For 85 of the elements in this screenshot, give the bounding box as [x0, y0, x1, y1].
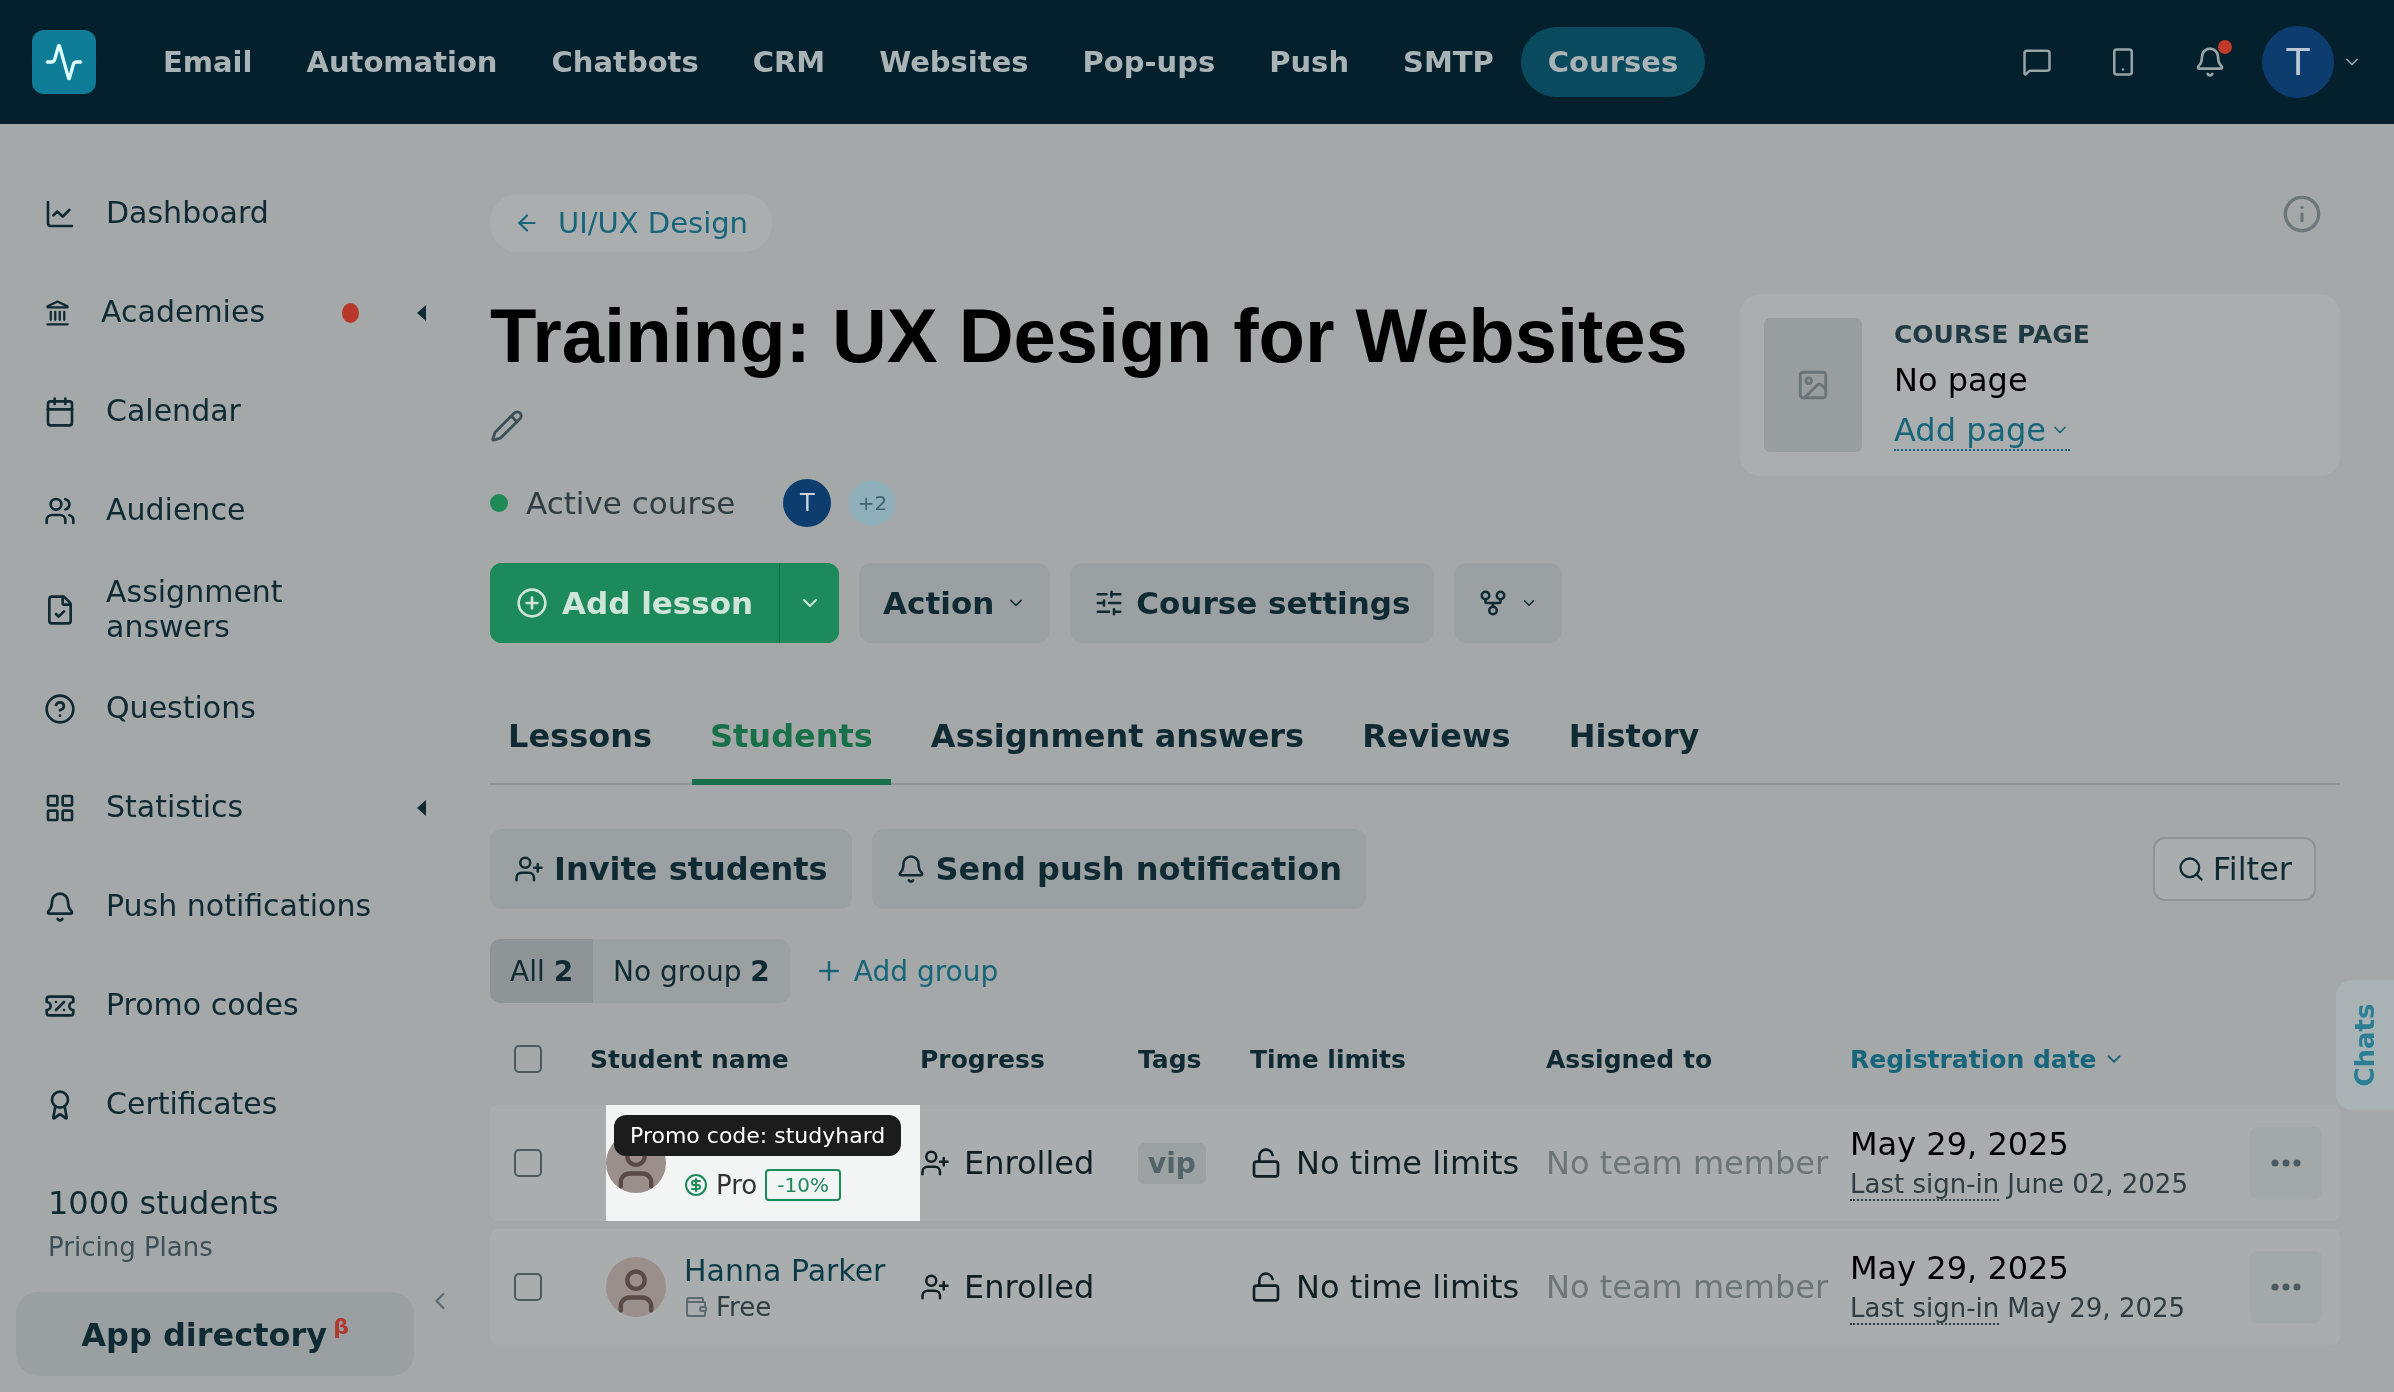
logo-icon[interactable]: [32, 30, 96, 94]
filter-button[interactable]: Filter: [2152, 837, 2316, 901]
bell-icon: [44, 890, 76, 923]
pricing-link[interactable]: Pricing Plans: [16, 1232, 454, 1262]
student-name[interactable]: Hanna Parker: [684, 1252, 886, 1288]
group-tab[interactable]: No group 2: [593, 939, 790, 1003]
member-avatar[interactable]: T: [783, 479, 832, 527]
registration-date: May 29, 2025: [1850, 1125, 2070, 1163]
last-sign-in: Last sign-in June 02, 2025: [1850, 1169, 2189, 1201]
nav-item[interactable]: Websites: [852, 27, 1056, 97]
time-limit-cell: No time limits: [1250, 1268, 1546, 1306]
tab[interactable]: Lessons: [490, 703, 670, 785]
app-directory-button[interactable]: App directory $^{β}$: [16, 1292, 415, 1376]
column-header[interactable]: Assigned to: [1546, 1044, 1850, 1074]
invite-students-button[interactable]: Invite students: [490, 829, 852, 909]
progress-cell: Enrolled: [920, 1144, 1138, 1182]
notifications-icon[interactable]: [2194, 46, 2226, 78]
expand-arrow-icon[interactable]: [417, 304, 426, 321]
nav-item[interactable]: Email: [136, 27, 280, 97]
assigned-cell-text: No team member: [1546, 1144, 1830, 1182]
sidebar-item[interactable]: Calendar: [16, 362, 454, 461]
nav-item[interactable]: Push: [1242, 27, 1377, 97]
branch-button[interactable]: [1454, 563, 1563, 643]
card-value: No page: [1894, 361, 2029, 399]
search-icon: [2176, 855, 2205, 883]
send-push-button[interactable]: Send push notification: [871, 829, 1367, 909]
column-header[interactable]: Time limits: [1250, 1044, 1546, 1074]
user-plus-icon: [514, 854, 544, 884]
more-icon: [2271, 1159, 2301, 1167]
nav-item[interactable]: SMTP: [1376, 27, 1521, 97]
plan-name: Pro: [716, 1170, 758, 1200]
action-button[interactable]: Action: [859, 563, 1051, 643]
chat-icon[interactable]: [2022, 47, 2052, 77]
expand-arrow-icon[interactable]: [417, 799, 426, 816]
sidebar-item[interactable]: Promo codes: [16, 956, 454, 1055]
question-icon: [44, 692, 76, 725]
sidebar-item[interactable]: Certificates: [16, 1055, 454, 1154]
course-title: Training: UX Design for Websites: [490, 292, 1688, 379]
time-limit-cell: No time limits: [1250, 1144, 1546, 1182]
nav-item[interactable]: Pop-ups: [1055, 27, 1243, 97]
card-heading: COURSE PAGE: [1894, 320, 2090, 349]
registration-date: May 29, 2025: [1850, 1249, 2070, 1287]
unlock-icon: [1250, 1147, 1282, 1179]
info-button[interactable]: [2282, 194, 2322, 234]
plan-students: 1000 students: [47, 1184, 280, 1222]
promo-discount: -10%: [765, 1169, 841, 1201]
sidebar-item[interactable]: Academies: [16, 263, 454, 362]
sidebar-item[interactable]: Questions: [16, 659, 454, 758]
select-all-checkbox[interactable]: [514, 1045, 542, 1073]
user-plus-icon: [920, 1272, 950, 1302]
tab[interactable]: Assignment answers: [912, 703, 1323, 785]
nav-item[interactable]: Automation: [279, 27, 525, 97]
plus-circle-icon: [516, 587, 548, 619]
last-sign-in: Last sign-in May 29, 2025: [1850, 1293, 2187, 1325]
sidebar-item[interactable]: Audience: [16, 461, 454, 560]
nav-item[interactable]: Chatbots: [524, 27, 726, 97]
info-icon: [2282, 194, 2322, 234]
calendar-icon: [44, 395, 76, 428]
sidebar-item[interactable]: Assignment answers: [16, 560, 454, 659]
user-avatar[interactable]: T: [2262, 26, 2334, 98]
sidebar-item[interactable]: Statistics: [16, 758, 454, 857]
tab[interactable]: Reviews: [1344, 703, 1529, 785]
image-icon: [1796, 368, 1830, 402]
row-checkbox[interactable]: [514, 1149, 542, 1177]
nav-item[interactable]: Courses: [1520, 27, 1706, 97]
progress-cell: Enrolled: [920, 1268, 1138, 1306]
promo-tooltip: Promo code: studyhard: [614, 1115, 902, 1156]
column-header[interactable]: Progress: [920, 1044, 1138, 1074]
column-header[interactable]: Student name: [590, 1044, 920, 1074]
edit-button[interactable]: [490, 409, 524, 443]
unlock-icon: [1250, 1271, 1282, 1303]
column-header[interactable]: Tags: [1138, 1044, 1250, 1074]
user-plus-icon: [920, 1148, 950, 1178]
nav-item[interactable]: CRM: [725, 27, 853, 97]
course-settings-button[interactable]: Course settings: [1070, 563, 1435, 643]
status-label: Active course: [526, 485, 736, 521]
sidebar-item[interactable]: Dashboard: [16, 164, 454, 263]
pencil-icon: [490, 409, 524, 443]
more-icon: [2271, 1283, 2301, 1291]
group-tab[interactable]: All 2: [490, 939, 594, 1003]
plan-name: Free: [716, 1291, 772, 1322]
sidebar-item[interactable]: Push notifications: [16, 857, 454, 956]
assigned-cell-text: No team member: [1546, 1268, 1830, 1306]
tab[interactable]: History: [1550, 703, 1718, 785]
row-checkbox[interactable]: [514, 1273, 542, 1301]
